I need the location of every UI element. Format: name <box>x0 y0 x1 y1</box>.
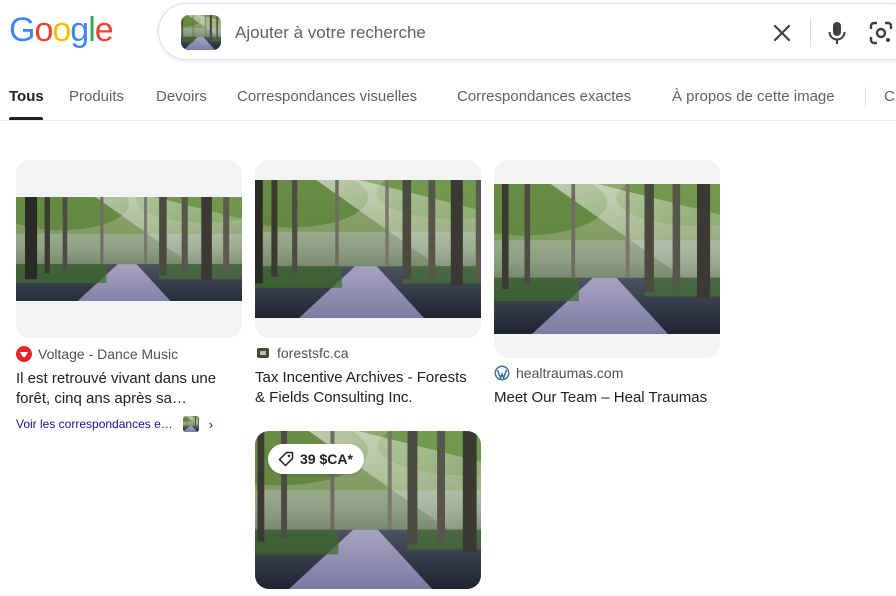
chevron-right-icon: › <box>208 416 214 432</box>
tab-devoirs[interactable]: Devoirs <box>156 88 207 105</box>
result-title-line: forêt, cinq ans après sa… <box>16 390 187 407</box>
search-input[interactable] <box>235 21 755 45</box>
search-bar <box>158 3 896 60</box>
google-logo[interactable]: Google <box>9 11 114 49</box>
tab-correspondances-exactes[interactable]: Correspondances exactes <box>457 88 631 105</box>
result-source[interactable]: Voltage - Dance Music <box>16 346 178 362</box>
result-title-line: & Fields Consulting Inc. <box>255 389 413 406</box>
see-matches-label: Voir les correspondances e… <box>16 417 173 431</box>
microphone-icon <box>828 22 846 44</box>
result-image[interactable]: 39 $CA* <box>255 431 481 589</box>
see-matches-link[interactable]: Voir les correspondances e… › <box>16 416 213 432</box>
result-title-line: Tax Incentive Archives - Forests <box>255 369 467 386</box>
tab-tous[interactable]: Tous <box>9 88 44 105</box>
result-title[interactable]: Meet Our Team – Heal Traumas <box>494 388 724 408</box>
logo-letter: e <box>94 11 114 49</box>
result-title-line: Meet Our Team – Heal Traumas <box>494 389 708 406</box>
result-source[interactable]: forestsfc.ca <box>255 345 349 361</box>
close-icon <box>773 24 791 42</box>
clear-search-button[interactable] <box>770 21 794 45</box>
tab-correspondances-visuelles[interactable]: Correspondances visuelles <box>237 88 417 105</box>
price-label: 39 $CA* <box>300 451 353 467</box>
voltage-favicon-icon <box>16 346 32 362</box>
price-tag-icon <box>278 451 294 467</box>
voice-search-button[interactable] <box>825 20 849 46</box>
query-image-thumbnail[interactable] <box>181 15 221 50</box>
tab-divider <box>865 87 866 107</box>
tab-more[interactable]: C <box>884 88 895 105</box>
logo-letter: o <box>34 11 53 49</box>
tab-a-propos-image[interactable]: À propos de cette image <box>672 88 835 105</box>
result-source[interactable]: healtraumas.com <box>494 365 623 381</box>
result-title-line: Il est retrouvé vivant dans une <box>16 370 217 387</box>
search-tabs: Tous Produits Devoirs Correspondances vi… <box>0 62 896 121</box>
result-image[interactable] <box>16 160 242 338</box>
result-title[interactable]: Tax Incentive Archives - Forests & Field… <box>255 368 485 408</box>
tab-produits[interactable]: Produits <box>69 88 124 105</box>
result-source-name: healtraumas.com <box>516 365 624 381</box>
result-source-name: Voltage - Dance Music <box>38 346 179 362</box>
lens-search-button[interactable] <box>868 20 894 46</box>
result-image[interactable] <box>255 160 481 338</box>
search-divider <box>810 18 811 47</box>
wordpress-favicon-icon <box>494 365 510 381</box>
result-image[interactable] <box>494 160 720 358</box>
google-lens-icon <box>869 21 893 45</box>
logo-letter: o <box>52 11 71 49</box>
result-title[interactable]: Il est retrouvé vivant dans une forêt, c… <box>16 369 242 409</box>
matches-thumbnail <box>182 416 199 432</box>
active-tab-indicator <box>9 117 43 120</box>
result-source-name: forestsfc.ca <box>277 345 349 361</box>
price-chip[interactable]: 39 $CA* <box>268 444 364 474</box>
forestsfc-favicon-icon <box>257 348 269 358</box>
logo-letter: g <box>70 11 89 49</box>
logo-letter: G <box>9 11 35 49</box>
